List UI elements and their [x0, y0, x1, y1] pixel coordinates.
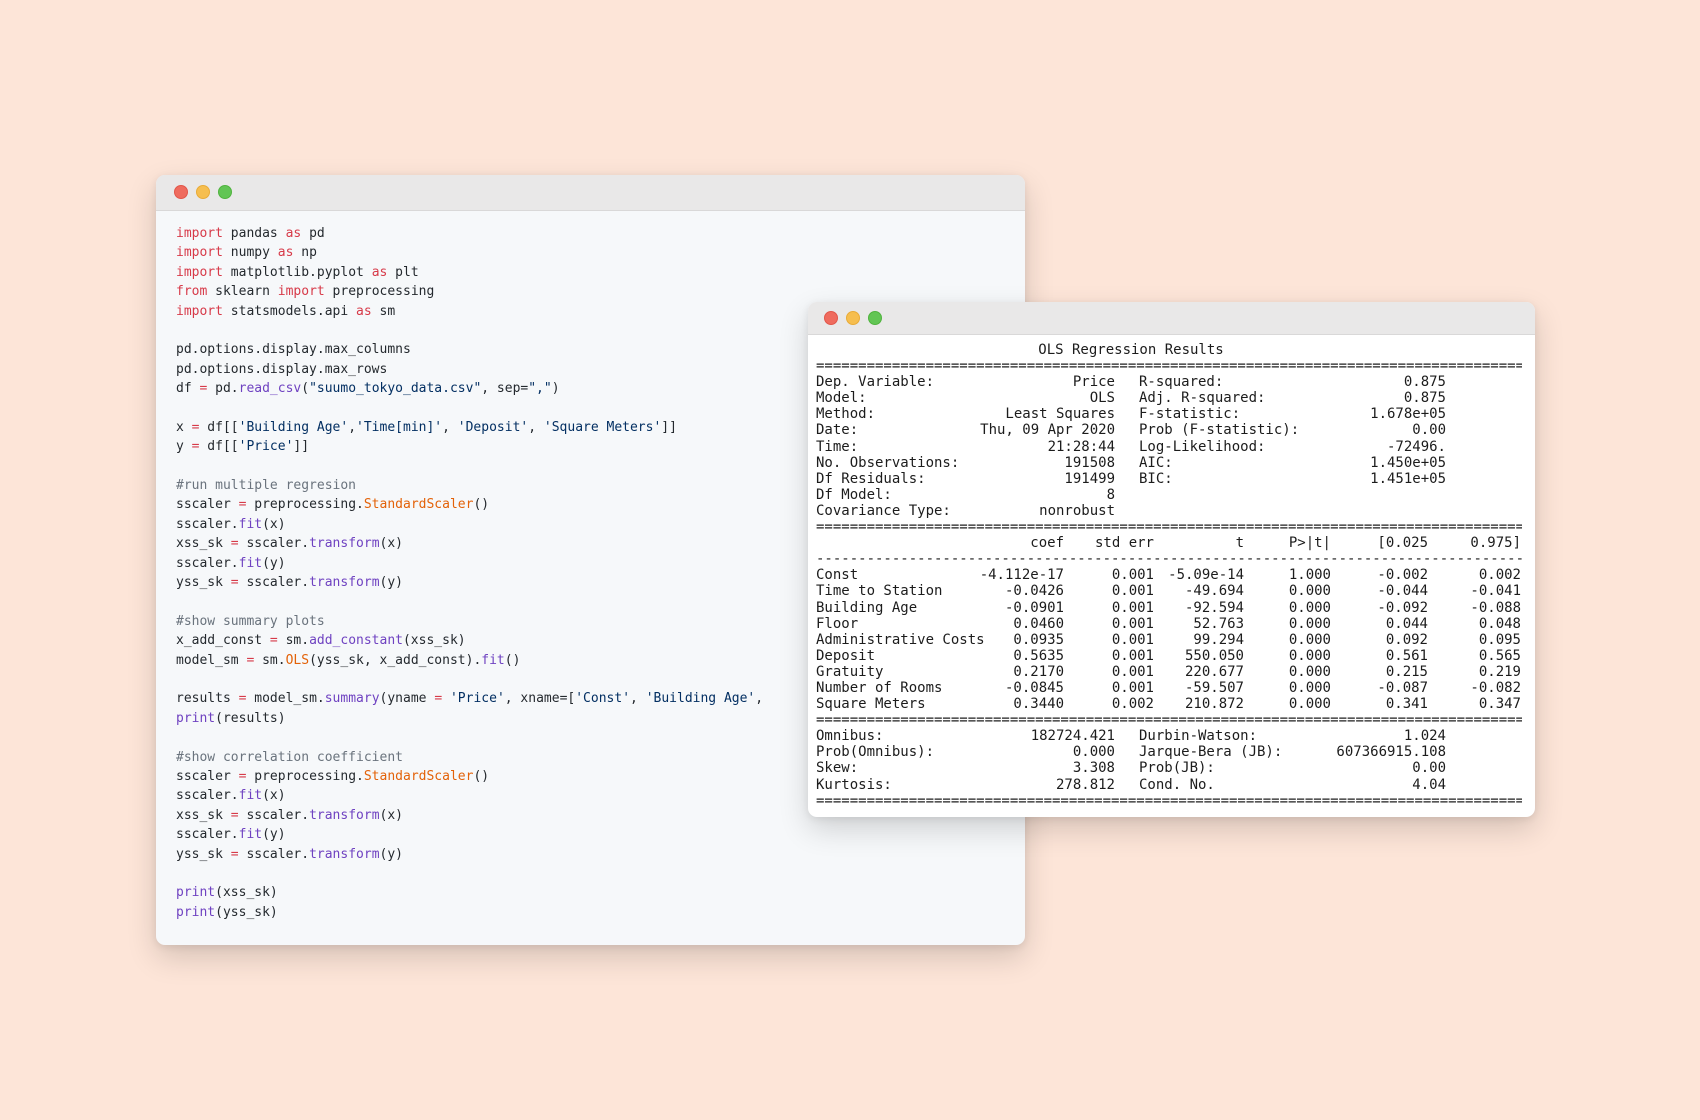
ols-coef-section: Const-4.112e-170.001-5.09e-141.000-0.002…: [816, 567, 1522, 712]
code-line: print(xss_sk): [176, 883, 1025, 902]
ols-summary-section: Dep. Variable:PriceR-squared:0.875Model:…: [816, 374, 1522, 519]
ols-output: OLS Regression Results =================…: [808, 335, 1522, 809]
code-line: [176, 864, 1025, 883]
ruler-double: ========================================…: [816, 519, 1522, 535]
ruler-double: ========================================…: [816, 793, 1522, 809]
code-line: from sklearn import preprocessing: [176, 282, 1025, 301]
summary-row: Covariance Type:nonrobust: [816, 503, 1522, 519]
coef-header-row: coefstd errtP>|t|[0.0250.975]: [816, 535, 1522, 551]
code-line: yss_sk = sscaler.transform(y): [176, 845, 1025, 864]
code-line: print(yss_sk): [176, 903, 1025, 922]
ols-diagnostics-section: Omnibus:182724.421Durbin-Watson:1.024Pro…: [816, 728, 1522, 792]
close-button[interactable]: [824, 311, 838, 325]
code-line: import numpy as np: [176, 243, 1025, 262]
coef-row: Number of Rooms-0.08450.001-59.5070.000-…: [816, 680, 1522, 696]
close-button[interactable]: [174, 185, 188, 199]
coef-row: Const-4.112e-170.001-5.09e-141.000-0.002…: [816, 567, 1522, 583]
coef-row: Floor0.04600.00152.7630.0000.0440.048: [816, 616, 1522, 632]
ruler-double: ========================================…: [816, 358, 1522, 374]
window-controls: [174, 185, 232, 199]
summary-row: Time:21:28:44Log-Likelihood:-72496.: [816, 439, 1522, 455]
diagnostics-row: Skew:3.308Prob(JB):0.00: [816, 760, 1522, 776]
code-line: sscaler.fit(y): [176, 825, 1025, 844]
summary-row: Method:Least SquaresF-statistic:1.678e+0…: [816, 406, 1522, 422]
coef-row: Gratuity0.21700.001220.6770.0000.2150.21…: [816, 664, 1522, 680]
ols-title: OLS Regression Results: [816, 342, 1446, 358]
ruler-single: ----------------------------------------…: [816, 551, 1522, 567]
coef-row: Square Meters0.34400.002210.8720.0000.34…: [816, 696, 1522, 712]
summary-row: No. Observations:191508AIC:1.450e+05: [816, 455, 1522, 471]
summary-row: Model:OLSAdj. R-squared:0.875: [816, 390, 1522, 406]
code-line: import pandas as pd: [176, 224, 1025, 243]
coef-row: Administrative Costs0.09350.00199.2940.0…: [816, 632, 1522, 648]
coef-row: Building Age-0.09010.001-92.5940.000-0.0…: [816, 600, 1522, 616]
zoom-button[interactable]: [218, 185, 232, 199]
ruler-double: ========================================…: [816, 712, 1522, 728]
minimize-button[interactable]: [196, 185, 210, 199]
diagnostics-row: Prob(Omnibus):0.000Jarque-Bera (JB):6073…: [816, 744, 1522, 760]
coef-row: Deposit0.56350.001550.0500.0000.5610.565: [816, 648, 1522, 664]
summary-row: Df Model:8: [816, 487, 1522, 503]
zoom-button[interactable]: [868, 311, 882, 325]
summary-row: Date:Thu, 09 Apr 2020Prob (F-statistic):…: [816, 422, 1522, 438]
ols-results-window: OLS Regression Results =================…: [808, 302, 1535, 817]
minimize-button[interactable]: [846, 311, 860, 325]
diagnostics-row: Kurtosis:278.812Cond. No.4.04: [816, 777, 1522, 793]
code-window-titlebar[interactable]: [156, 175, 1025, 211]
coef-row: Time to Station-0.04260.001-49.6940.000-…: [816, 583, 1522, 599]
window-controls: [824, 311, 882, 325]
code-line: import matplotlib.pyplot as plt: [176, 263, 1025, 282]
summary-row: Dep. Variable:PriceR-squared:0.875: [816, 374, 1522, 390]
diagnostics-row: Omnibus:182724.421Durbin-Watson:1.024: [816, 728, 1522, 744]
ols-coef-header: coefstd errtP>|t|[0.0250.975]: [816, 535, 1522, 551]
summary-row: Df Residuals:191499BIC:1.451e+05: [816, 471, 1522, 487]
ols-window-titlebar[interactable]: [808, 302, 1535, 335]
